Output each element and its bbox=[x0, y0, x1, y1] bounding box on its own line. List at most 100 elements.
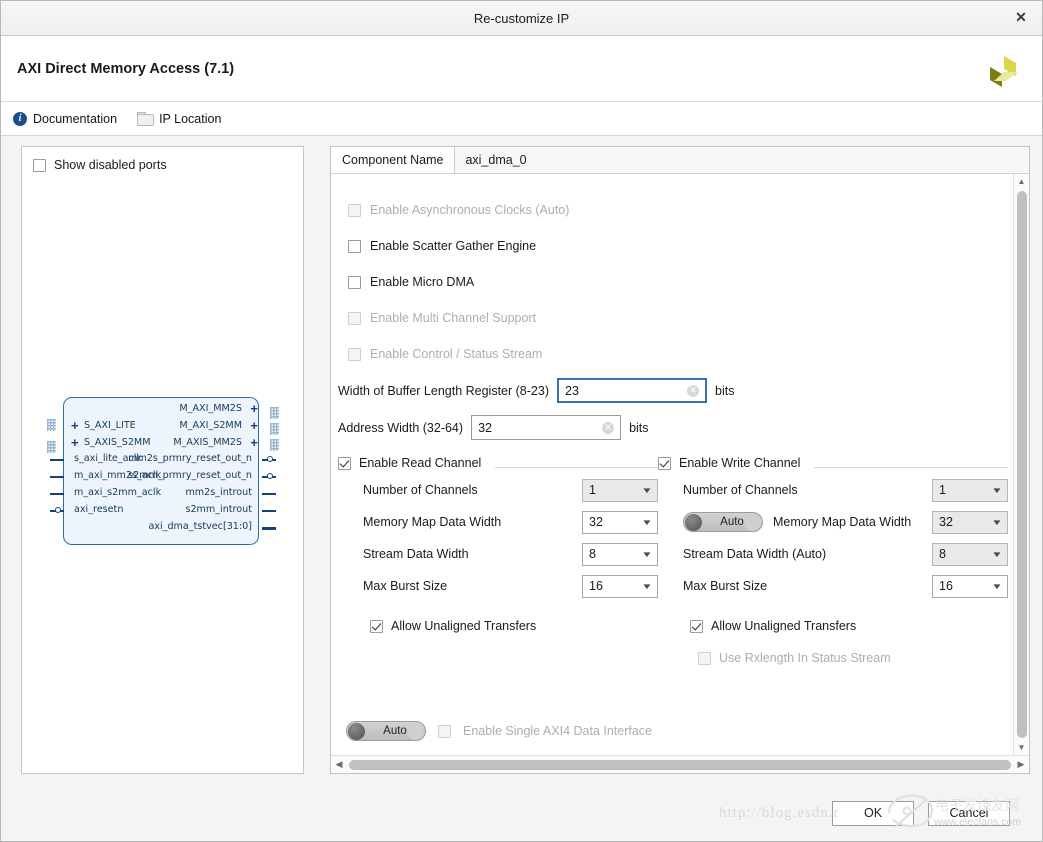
enable-scatter-gather-label: Enable Scatter Gather Engine bbox=[370, 239, 537, 253]
inverted-pin-icon bbox=[267, 456, 273, 462]
read-stream-width-select[interactable]: 8 ▼ bbox=[582, 542, 658, 566]
write-memory-map-auto-toggle[interactable]: Auto bbox=[683, 512, 763, 532]
read-max-burst-value: 16 bbox=[589, 579, 603, 593]
address-width-units: bits bbox=[629, 420, 649, 435]
write-max-burst-select[interactable]: 16 ▼ bbox=[932, 574, 1008, 598]
component-name-row: Component Name axi_dma_0 bbox=[331, 147, 1029, 174]
enable-multi-channel-checkbox bbox=[348, 311, 361, 325]
bus-stub-right-1 bbox=[270, 407, 279, 419]
port-label: S_AXI_LITE bbox=[84, 420, 136, 431]
read-allow-unaligned-row[interactable]: Allow Unaligned Transfers bbox=[338, 610, 658, 642]
clear-icon[interactable]: ✕ bbox=[687, 384, 699, 397]
scroll-up-icon[interactable]: ▲ bbox=[1014, 174, 1029, 189]
pin-line bbox=[262, 493, 276, 495]
ok-button[interactable]: OK bbox=[832, 800, 914, 826]
folder-icon bbox=[137, 112, 155, 126]
vertical-scrollbar[interactable]: ▲ ▼ bbox=[1013, 174, 1029, 755]
checkbox-row-multi-channel[interactable]: Enable Multi Channel Support bbox=[331, 300, 1013, 336]
bus-expand-icon[interactable]: + bbox=[250, 402, 258, 415]
write-stream-width-row: Stream Data Width (Auto) 8 ▼ bbox=[658, 538, 1008, 570]
write-max-burst-value: 16 bbox=[939, 579, 953, 593]
enable-write-channel-checkbox[interactable] bbox=[658, 456, 671, 470]
buffer-length-label: Width of Buffer Length Register (8-23) bbox=[338, 383, 549, 398]
write-stream-width-label: Stream Data Width (Auto) bbox=[683, 547, 827, 561]
left-pane: Show disabled ports + S_AXI_LITE + S_AXI… bbox=[21, 146, 304, 785]
write-stream-width-value: 8 bbox=[939, 547, 946, 561]
page-title: AXI Direct Memory Access (7.1) bbox=[17, 60, 235, 77]
ip-toolbar: i Documentation IP Location bbox=[1, 102, 1042, 136]
show-disabled-ports-checkbox[interactable] bbox=[33, 158, 46, 172]
pin-line bbox=[50, 459, 64, 461]
clear-icon[interactable]: ✕ bbox=[602, 421, 615, 434]
write-allow-unaligned-checkbox[interactable] bbox=[690, 619, 703, 633]
checkbox-row-micro-dma[interactable]: Enable Micro DMA bbox=[331, 264, 1013, 300]
scroll-left-icon[interactable]: ◀ bbox=[331, 757, 347, 773]
cancel-button[interactable]: Cancel bbox=[928, 800, 1010, 826]
read-stream-width-value: 8 bbox=[589, 547, 596, 561]
config-panel: Component Name axi_dma_0 Enable Asynchro… bbox=[330, 146, 1030, 774]
pin-line bbox=[50, 476, 64, 478]
single-axi4-auto-toggle[interactable]: Auto bbox=[346, 721, 426, 741]
port-label: M_AXIS_MM2S bbox=[173, 437, 242, 448]
write-channel-header[interactable]: Enable Write Channel bbox=[658, 452, 1008, 474]
horizontal-scrollbar[interactable]: ◀ ▶ bbox=[331, 755, 1029, 773]
write-allow-unaligned-row[interactable]: Allow Unaligned Transfers bbox=[658, 610, 1008, 642]
enable-scatter-gather-checkbox[interactable] bbox=[348, 239, 361, 253]
scroll-down-icon[interactable]: ▼ bbox=[1014, 740, 1029, 755]
scroll-right-icon[interactable]: ▶ bbox=[1013, 757, 1029, 773]
enable-control-status-checkbox bbox=[348, 347, 361, 361]
write-stream-width-select[interactable]: 8 ▼ bbox=[932, 542, 1008, 566]
write-number-of-channels-label: Number of Channels bbox=[683, 483, 798, 497]
write-number-of-channels-select[interactable]: 1 ▼ bbox=[932, 478, 1008, 502]
title-bar: Re-customize IP ✕ bbox=[1, 1, 1042, 36]
buffer-length-input[interactable]: 23 ✕ bbox=[557, 378, 707, 403]
write-memory-map-width-label: Memory Map Data Width bbox=[773, 515, 912, 529]
write-use-rxlength-row: Use Rxlength In Status Stream bbox=[658, 642, 1008, 674]
read-allow-unaligned-checkbox[interactable] bbox=[370, 619, 383, 633]
enable-micro-dma-checkbox[interactable] bbox=[348, 275, 361, 289]
checkbox-row-scatter-gather[interactable]: Enable Scatter Gather Engine bbox=[331, 228, 1013, 264]
read-channel-header[interactable]: Enable Read Channel bbox=[338, 452, 658, 474]
read-max-burst-select[interactable]: 16 ▼ bbox=[582, 574, 658, 598]
ip-location-button[interactable]: IP Location bbox=[137, 112, 221, 126]
read-number-of-channels-select[interactable]: 1 ▼ bbox=[582, 478, 658, 502]
address-width-input[interactable]: 32 ✕ bbox=[471, 415, 622, 440]
close-icon[interactable]: ✕ bbox=[1008, 5, 1034, 29]
chevron-down-icon: ▼ bbox=[991, 581, 1003, 591]
inverted-pin-icon bbox=[267, 473, 273, 479]
write-memory-map-width-select[interactable]: 32 ▼ bbox=[932, 510, 1008, 534]
write-memory-map-auto-label: Auto bbox=[720, 516, 744, 528]
write-channel-group: Enable Write Channel Number of Channels … bbox=[658, 452, 1008, 674]
write-number-of-channels-value: 1 bbox=[939, 483, 946, 497]
address-width-value: 32 bbox=[478, 420, 492, 435]
chevron-down-icon: ▼ bbox=[641, 581, 653, 591]
pin-line bbox=[262, 510, 276, 512]
read-memory-map-width-select[interactable]: 32 ▼ bbox=[582, 510, 658, 534]
component-name-value[interactable]: axi_dma_0 bbox=[455, 147, 1029, 173]
read-memory-map-width-label: Memory Map Data Width bbox=[363, 515, 502, 529]
enable-async-clocks-checkbox bbox=[348, 203, 361, 217]
bus-expand-icon[interactable]: + bbox=[250, 419, 258, 432]
form-scroll-area: Enable Asynchronous Clocks (Auto) Enable… bbox=[331, 174, 1029, 755]
ip-block-symbol: + S_AXI_LITE + S_AXIS_S2MM M_AXI_MM2S + … bbox=[47, 397, 279, 545]
checkbox-row-async-clocks[interactable]: Enable Asynchronous Clocks (Auto) bbox=[331, 192, 1013, 228]
read-number-of-channels-label: Number of Channels bbox=[363, 483, 478, 497]
read-max-burst-label: Max Burst Size bbox=[363, 579, 448, 593]
bus-expand-icon[interactable]: + bbox=[250, 436, 258, 449]
dialog-footer: OK Cancel bbox=[1, 785, 1042, 841]
enable-write-channel-label: Enable Write Channel bbox=[679, 456, 801, 470]
enable-read-channel-checkbox[interactable] bbox=[338, 456, 351, 470]
right-pane: Component Name axi_dma_0 Enable Asynchro… bbox=[330, 146, 1030, 785]
read-channel-group: Enable Read Channel Number of Channels 1… bbox=[338, 452, 658, 674]
show-disabled-ports-row[interactable]: Show disabled ports bbox=[22, 147, 303, 172]
checkbox-row-control-status[interactable]: Enable Control / Status Stream bbox=[331, 336, 1013, 372]
documentation-button[interactable]: i Documentation bbox=[13, 111, 118, 126]
bus-expand-icon[interactable]: + bbox=[71, 419, 79, 432]
horizontal-scroll-thumb[interactable] bbox=[349, 759, 1011, 770]
bus-expand-icon[interactable]: + bbox=[71, 436, 79, 449]
write-allow-unaligned-label: Allow Unaligned Transfers bbox=[711, 619, 857, 633]
enable-control-status-label: Enable Control / Status Stream bbox=[370, 347, 543, 361]
enable-read-channel-label: Enable Read Channel bbox=[359, 456, 482, 470]
vertical-scroll-thumb[interactable] bbox=[1016, 191, 1027, 738]
documentation-label: Documentation bbox=[33, 111, 118, 126]
